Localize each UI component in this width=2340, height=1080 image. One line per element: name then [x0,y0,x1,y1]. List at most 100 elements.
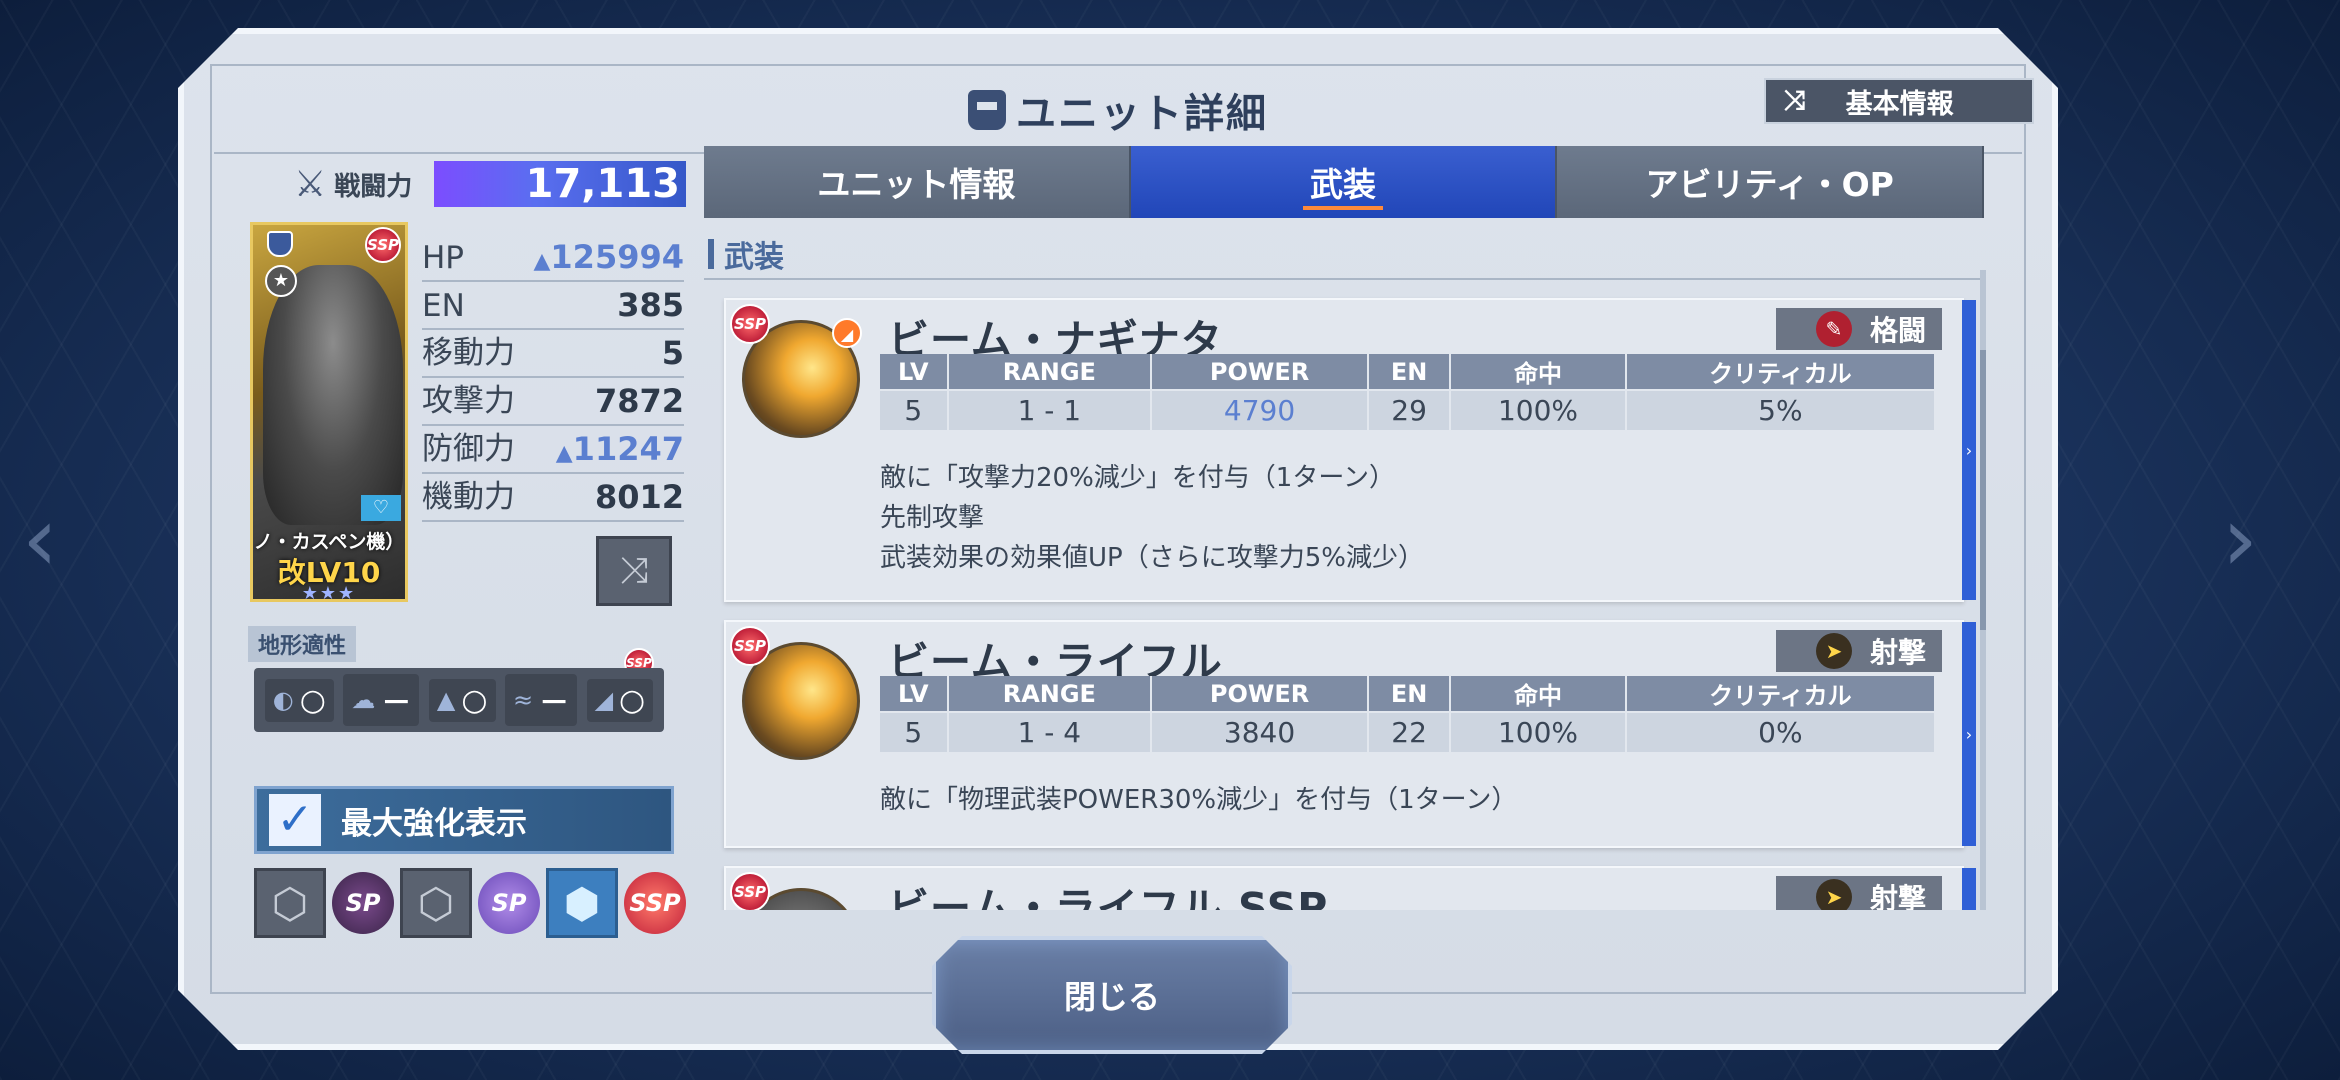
weapon-card[interactable]: SSP ビーム・ライフル ➤ 射撃 LV RANGE POWER EN 命中 ク… [724,620,1964,848]
page-title: ユニット詳細 [1016,91,1268,137]
max-enhance-toggle[interactable]: ✓ 最大強化表示 [254,786,674,854]
stat-row-hp: HP ▲125994 [422,234,684,282]
shuffle-icon: ⤨ [1784,85,1806,116]
ssp-icon: SSP [624,872,686,934]
td-critical: 5% [1626,390,1935,430]
section-title: 武装 [704,230,1986,280]
stats-list: HP ▲125994 EN 385 移動力 5 攻撃力 7872 防御力 ▲11… [422,234,684,522]
td-hit: 100% [1450,390,1626,430]
tab-ability-op[interactable]: アビリティ・OP [1557,146,1984,218]
weapon-name: ビーム・ライフル SSP [888,884,1329,910]
expand-arrow-icon[interactable]: › [1962,868,1976,910]
unit-icon [968,90,1006,130]
weapon-type-badge: ✎ 格闘 [1776,308,1942,350]
combat-power: ⚔ 戦闘力 17,113 [294,154,686,214]
rank-ssp-button[interactable]: ⬢ [546,868,618,938]
combat-power-value: 17,113 [434,161,686,207]
unit-detail-dialog: ユニット詳細 ⤨ 基本情報 ⚔ 戦闘力 17,113 SSP ★ ♡ ノ・カスペ… [178,28,2058,1050]
weapon-stats-table: LV RANGE POWER EN 命中 クリティカル 5 1 - 4 3840… [880,676,1936,752]
weapon-desc-line: 敵に「攻撃力20%減少」を付与（1ターン） [880,463,1396,493]
stat-label: 防御力 [422,431,515,467]
boost-arrow-icon: ▲ [533,249,551,274]
unit-portrait [263,265,403,525]
td-lv: 5 [880,712,948,752]
hexagon-icon: ⬡ [417,878,455,928]
unit-name: ノ・カスペン機） [253,531,405,553]
ssp-badge: SSP [365,227,401,263]
th-critical: クリティカル [1626,354,1935,390]
unit-stars: ★★★ [301,583,357,602]
scrollbar[interactable] [1980,270,1986,910]
th-range: RANGE [948,676,1152,712]
stat-value: 7872 [594,382,684,420]
ssp-badge: SSP [730,626,770,666]
weapon-desc-line: 敵に「物理武装POWER30%減少」を付与（1ターン） [880,785,1518,815]
tab-unit-info[interactable]: ユニット情報 [704,146,1131,218]
swords-icon: ⚔ [294,163,327,205]
next-arrow-icon[interactable]: › [2210,495,2270,585]
weapon-desc-line: 先制攻撃 [880,503,985,533]
expand-arrow-icon[interactable]: › [1962,622,1976,846]
basic-info-button[interactable]: ⤨ 基本情報 [1764,78,2034,124]
shooting-icon: ➤ [1816,633,1852,669]
terrain-water: ≈ － [505,674,577,726]
weapon-card[interactable]: SSP ◢ ビーム・ナギナタ ✎ 格闘 LV RANGE POWER EN 命中… [724,298,1964,602]
enhance-icon: ◢ [832,318,862,348]
close-button[interactable]: 閉じる [932,936,1292,1054]
td-critical: 0% [1626,712,1935,752]
ssp-badge: SSP [730,872,770,910]
stat-value: 8012 [594,478,684,516]
stat-row-move: 移動力 5 [422,330,684,378]
max-enhance-label: 最大強化表示 [341,805,527,842]
stat-row-defense: 防御力 ▲11247 [422,426,684,474]
shooting-icon: ➤ [1816,879,1852,910]
td-hit: 100% [1450,712,1626,752]
sp-dark-icon: SP [332,872,394,934]
th-range: RANGE [948,354,1152,390]
stat-label: HP [422,240,465,276]
weapon-card[interactable]: SSP ビーム・ライフル SSP ➤ 射撃 › [724,866,1964,910]
melee-icon: ✎ [1816,311,1852,347]
stat-value: 5 [661,334,684,372]
swap-unit-button[interactable]: ⤨ [596,536,672,606]
boost-arrow-icon: ▲ [555,441,573,466]
weapon-type-badge: ➤ 射撃 [1776,876,1942,910]
space-icon: ◐ [272,686,294,714]
weapon-stats-table: LV RANGE POWER EN 命中 クリティカル 5 1 - 1 4790… [880,354,1936,430]
td-power: 4790 [1151,390,1368,430]
shield-icon [267,231,293,257]
weapon-desc: 敵に「攻撃力20%減少」を付与（1ターン） 先制攻撃 武装効果の効果値UP（さら… [880,458,1424,578]
rank-normal-button[interactable]: ⬡ [254,868,326,938]
th-lv: LV [880,676,948,712]
sp-purple-icon: SP [478,872,540,934]
stat-row-en: EN 385 [422,282,684,330]
stat-label: EN [422,288,465,324]
td-power: 3840 [1151,712,1368,752]
basic-info-label: 基本情報 [1845,88,1954,120]
tab-weapons[interactable]: 武装 [1131,146,1558,218]
scrollbar-thumb[interactable] [1980,350,1986,630]
weapon-type-label: 射撃 [1869,882,1926,910]
td-lv: 5 [880,390,948,430]
weapon-list[interactable]: 武装 SSP ◢ ビーム・ナギナタ ✎ 格闘 LV RANGE POWER EN… [704,230,1986,910]
ssp-badge: SSP [730,304,770,344]
th-power: POWER [1151,676,1368,712]
stat-label: 攻撃力 [422,383,515,419]
prev-arrow-icon[interactable]: ‹ [10,495,70,585]
weapon-type-label: 格闘 [1869,314,1926,347]
th-en: EN [1368,676,1450,712]
hexagon-filled-icon: ⬢ [563,878,601,928]
expand-arrow-icon[interactable]: › [1962,300,1976,600]
th-hit: 命中 [1450,354,1626,390]
star-badge-icon: ★ [265,265,297,297]
rank-sp-button[interactable]: ⬡ [400,868,472,938]
combat-power-label: 戦闘力 [334,171,413,202]
weapon-desc-line: 武装効果の効果値UP（さらに攻撃力5%減少） [880,543,1424,573]
stat-row-mobility: 機動力 8012 [422,474,684,522]
terrain-row: ◐ ○ ☁ － ▲ ○ ≈ － ◢ ○ [254,668,664,732]
unit-card[interactable]: SSP ★ ♡ ノ・カスペン機） 改LV10 ★★★ [250,222,408,602]
terrain-title: 地形適性 [248,626,356,662]
check-icon: ✓ [269,794,321,846]
weapon-desc: 敵に「物理武装POWER30%減少」を付与（1ターン） [880,780,1517,820]
terrain-space: ◐ ○ [265,679,334,722]
